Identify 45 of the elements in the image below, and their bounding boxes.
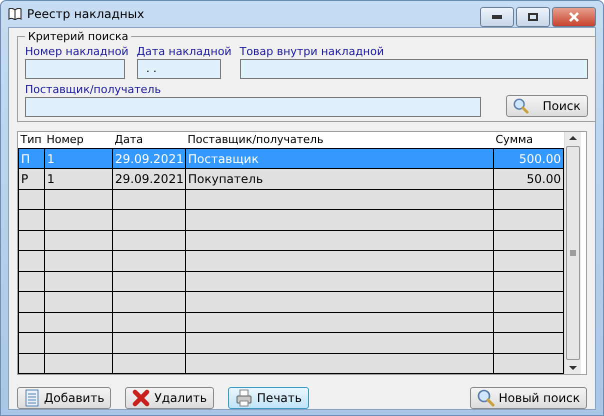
- search-button[interactable]: Поиск: [506, 95, 588, 117]
- maximize-icon: [528, 13, 538, 21]
- maximize-button[interactable]: [516, 7, 550, 27]
- column-header[interactable]: Номер: [44, 132, 112, 148]
- print-button[interactable]: Печать: [228, 387, 309, 409]
- delete-button[interactable]: Удалить: [125, 387, 214, 409]
- input-field[interactable]: [25, 97, 481, 117]
- scrollbar[interactable]: [564, 132, 581, 374]
- group-title: Критерий поиска: [27, 30, 130, 43]
- table-cell: Р: [18, 168, 44, 190]
- magnifier-icon: [512, 97, 529, 115]
- table-row[interactable]: Р 1 29.09.2021 Покупатель 50.00: [18, 168, 564, 190]
- column-header[interactable]: Дата: [112, 132, 186, 148]
- table-cell: 1: [44, 168, 112, 190]
- minimize-button[interactable]: [480, 7, 514, 27]
- input-field[interactable]: [240, 59, 588, 79]
- close-button[interactable]: [552, 7, 596, 27]
- magnifier-icon: [476, 389, 495, 407]
- field-label: Товар внутри накладной: [240, 45, 385, 58]
- document-icon: [24, 389, 40, 407]
- cross-icon: [132, 389, 150, 407]
- scroll-thumb[interactable]: [566, 146, 580, 360]
- table-cell: П: [18, 148, 44, 169]
- column-header[interactable]: Тип: [18, 132, 44, 148]
- close-icon: [568, 12, 580, 22]
- book-icon: [8, 8, 22, 20]
- grip-icon: [570, 250, 576, 256]
- field-label: Дата накладной: [136, 45, 232, 58]
- printer-icon: [234, 389, 253, 407]
- new-search-button[interactable]: Новый поиск: [470, 387, 587, 409]
- table-cell: 500.00: [494, 148, 564, 169]
- table-cell: Покупатель: [186, 168, 494, 190]
- column-header[interactable]: Поставщик/получатель: [186, 132, 494, 148]
- minimize-icon: [492, 15, 502, 19]
- add-button[interactable]: Добавить: [17, 387, 112, 409]
- field-label: Номер накладной: [25, 45, 129, 58]
- table-cell: 29.09.2021: [112, 148, 186, 169]
- field-label: Поставщик/получатель: [25, 83, 162, 96]
- input-field[interactable]: [25, 59, 125, 79]
- table-cell: 50.00: [494, 168, 564, 190]
- input-field[interactable]: . .: [136, 59, 221, 79]
- table-cell: Поставщик: [186, 148, 494, 169]
- table-cell: 1: [44, 148, 112, 169]
- table-cell: 29.09.2021: [112, 168, 186, 190]
- window-title: Реестр накладных: [27, 7, 146, 21]
